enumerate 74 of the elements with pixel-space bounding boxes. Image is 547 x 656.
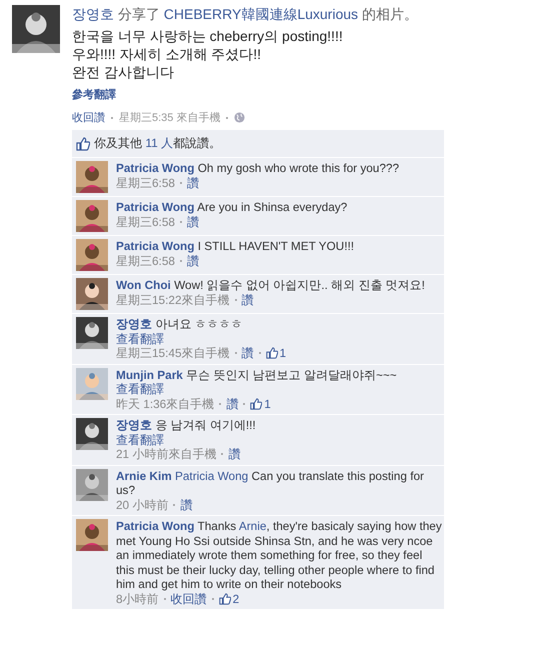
separator-dot bbox=[180, 260, 182, 262]
post-text: 완전 감사합니다 bbox=[72, 63, 175, 81]
post-header: 장영호 分享了 CHEBERRY韓國連線Luxurious 的相片。 bbox=[72, 5, 419, 23]
author-link[interactable]: Patricia Wong bbox=[116, 239, 194, 253]
thumbs-up-icon bbox=[266, 347, 278, 360]
like-link[interactable]: 讚 bbox=[186, 254, 199, 268]
comment-text: 장영호 아녀요 ㅎㅎㅎㅎ bbox=[116, 317, 244, 332]
author-link[interactable]: Patricia Wong bbox=[116, 519, 194, 533]
author-link[interactable]: Patricia Wong bbox=[116, 200, 194, 214]
comment-text: Munjin Park 무슨 뜻인지 남편보고 알려달래야쥐~~~ bbox=[116, 368, 398, 382]
like-count: 2 bbox=[232, 592, 240, 606]
translate-link[interactable]: 查看翻譯 bbox=[116, 332, 164, 346]
thumbs-up-icon bbox=[218, 592, 231, 605]
separator-dot bbox=[226, 116, 228, 118]
comment-time: 星期三15:22來自手機 bbox=[116, 292, 230, 307]
separator-dot bbox=[180, 220, 182, 223]
like-link[interactable]: 讚 bbox=[226, 396, 238, 411]
mention-link[interactable]: Patricia Wong bbox=[175, 468, 248, 482]
author-link[interactable]: Munjin Park bbox=[116, 368, 183, 382]
comment-time: 21 小時前來自手機 bbox=[116, 447, 216, 462]
thumbs-up-icon bbox=[250, 398, 262, 410]
separator-dot bbox=[234, 352, 237, 354]
author-link[interactable]: 장영호 bbox=[72, 6, 114, 22]
comment-time: 20 小時前 bbox=[116, 498, 168, 512]
translate-link[interactable]: 查看翻譯 bbox=[116, 382, 164, 396]
comment-text: Patricia Wong I STILL HAVEN'T MET YOU!!! bbox=[116, 239, 356, 254]
like-count: 1 bbox=[264, 396, 271, 411]
like-link[interactable]: 收回讚 bbox=[170, 592, 207, 606]
like-link[interactable]: 讚 bbox=[186, 214, 199, 229]
post-time: 星期三5:35 來自手機 bbox=[119, 111, 220, 125]
author-link[interactable]: 장영호 bbox=[116, 418, 152, 432]
like-link[interactable]: 讚 bbox=[180, 498, 192, 512]
author-link[interactable]: 장영호 bbox=[116, 317, 152, 331]
mention-link[interactable]: Arnie bbox=[238, 519, 266, 533]
comment-time: 星期三6:58 bbox=[116, 214, 175, 229]
like-link[interactable]: 讚 bbox=[242, 292, 254, 307]
post-text: 한국을 너무 사랑하는 cheberry의 posting!!!! bbox=[72, 27, 344, 45]
separator-dot bbox=[243, 402, 246, 405]
like-count: 1 bbox=[280, 346, 286, 360]
translate-link[interactable]: 參考翻譯 bbox=[72, 87, 116, 102]
comment-time: 星期三6:58 bbox=[116, 254, 175, 268]
comment-time: 昨天 1:36來自手機 bbox=[116, 396, 214, 411]
separator-dot bbox=[219, 402, 222, 405]
like-link[interactable]: 讚 bbox=[186, 176, 199, 190]
like-link[interactable]: 讚 bbox=[242, 346, 254, 360]
page-link[interactable]: CHEBERRY韓國連線Luxurious bbox=[164, 6, 358, 22]
like-link[interactable]: 讚 bbox=[228, 447, 240, 462]
comment-time: 8小時前 bbox=[116, 592, 159, 606]
author-link[interactable]: Arnie Kim bbox=[116, 468, 172, 482]
comment-text: Patricia Wong Oh my gosh who wrote this for you??? bbox=[116, 161, 400, 176]
separator-dot bbox=[221, 453, 224, 456]
comment-time: 星期三15:45來自手機 bbox=[116, 346, 230, 360]
comment-text: Patricia Wong Thanks Arnie, they're basicaly saying how they met Young Ho Ssi outside Shinsa Stn, and he was very ncoe an immediately wrote them something for free, so they feel this must be their lucky day, telling other people where to find him and get him to write on their notebooks bbox=[116, 519, 442, 592]
thumbs-up-icon bbox=[76, 136, 90, 150]
likers-link[interactable]: 11 人 bbox=[145, 136, 174, 150]
separator-dot bbox=[164, 598, 166, 600]
separator-dot bbox=[258, 352, 261, 354]
comment-time: 星期三6:58 bbox=[116, 176, 175, 190]
separator-dot bbox=[234, 298, 237, 301]
author-link[interactable]: Patricia Wong bbox=[116, 161, 194, 175]
separator-dot bbox=[173, 504, 176, 506]
unlike-link[interactable]: 收回讚 bbox=[72, 110, 105, 125]
comment-text: Patricia Wong Are you in Shinsa everyday? bbox=[116, 200, 348, 214]
comment-text: 장영호 응 남겨줘 여기에!!! bbox=[116, 418, 257, 432]
globe-icon bbox=[234, 112, 246, 123]
post-text: 우와!!!! 자세히 소개해 주셨다!! bbox=[72, 45, 262, 63]
separator-dot bbox=[180, 182, 182, 184]
separator-dot bbox=[212, 598, 214, 600]
comment-text: Won Choi Wow! 읽을수 없어 아쉽지만.. 해외 진출 멋져요! bbox=[116, 278, 426, 292]
separator-dot bbox=[111, 116, 113, 118]
author-link[interactable]: Won Choi bbox=[116, 278, 171, 292]
translate-link[interactable]: 查看翻譯 bbox=[116, 432, 164, 447]
likes-summary: 你及其他 11 人都說讚。 bbox=[94, 135, 222, 152]
comment-text: Arnie Kim Patricia Wong Can you translate this posting for us? bbox=[116, 468, 425, 498]
